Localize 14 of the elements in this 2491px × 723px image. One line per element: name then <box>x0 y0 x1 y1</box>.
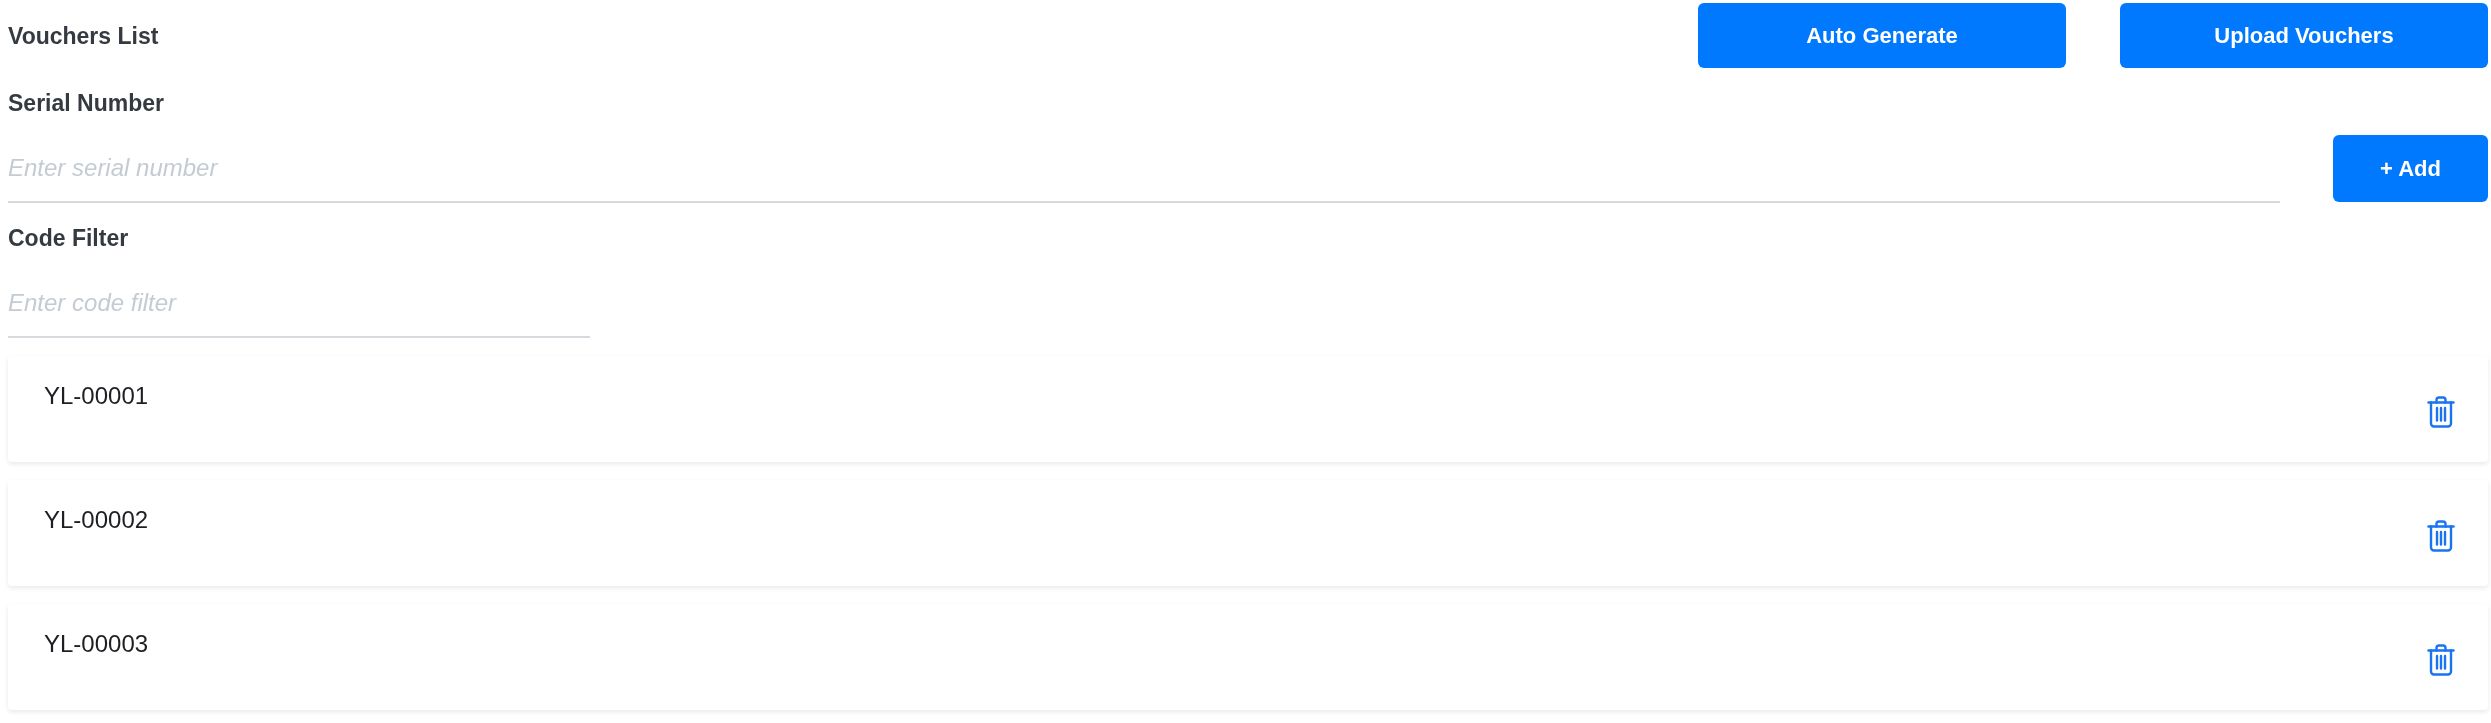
auto-generate-button[interactable]: Auto Generate <box>1698 3 2066 68</box>
code-filter-input[interactable]: Enter code filter <box>8 270 590 338</box>
trash-icon[interactable] <box>2427 644 2455 676</box>
upload-vouchers-button[interactable]: Upload Vouchers <box>2120 3 2488 68</box>
trash-icon[interactable] <box>2427 396 2455 428</box>
voucher-code: YL-00003 <box>44 629 149 659</box>
add-button[interactable]: + Add <box>2333 135 2488 202</box>
page-title: Vouchers List <box>8 21 159 51</box>
voucher-code: YL-00001 <box>44 381 149 411</box>
trash-icon[interactable] <box>2427 520 2455 552</box>
serial-number-label: Serial Number <box>8 89 164 118</box>
code-filter-label: Code Filter <box>8 223 129 253</box>
serial-number-input[interactable]: Enter serial number <box>8 135 2280 203</box>
voucher-code: YL-00002 <box>44 505 149 535</box>
